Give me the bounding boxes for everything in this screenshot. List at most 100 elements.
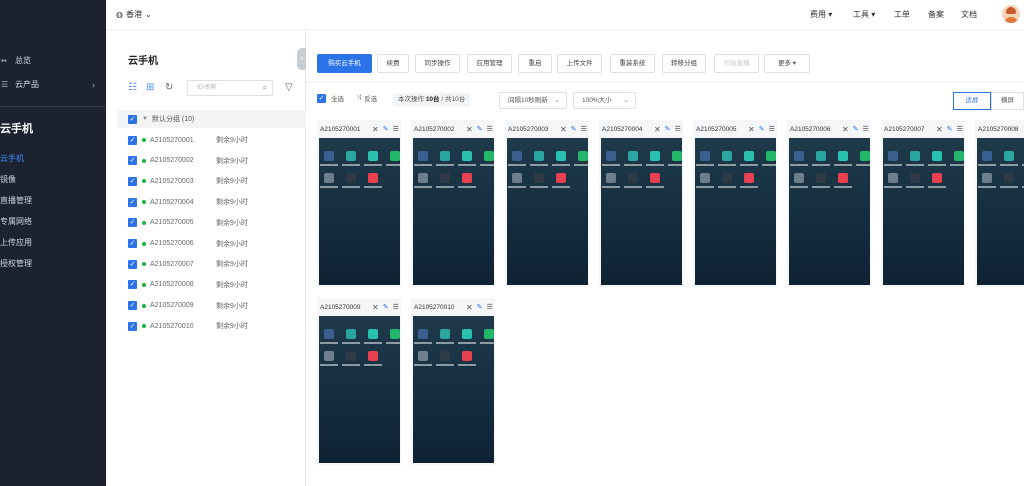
close-icon[interactable]: ✕ (936, 125, 943, 134)
filter-icon[interactable]: ▽ (285, 82, 293, 93)
app-icon[interactable] (888, 151, 898, 161)
size-select[interactable]: 100%大小 ⌄ (573, 92, 636, 109)
app-icon[interactable] (700, 151, 710, 161)
collapse-panel-handle[interactable]: « (297, 48, 306, 70)
edit-icon[interactable]: ✎ (383, 125, 389, 133)
edit-icon[interactable]: ✎ (477, 303, 483, 311)
edit-icon[interactable]: ✎ (853, 125, 859, 133)
app-icon[interactable] (368, 329, 378, 339)
device-checkbox[interactable]: ✓ (128, 259, 137, 269)
menu-icon[interactable]: ☰ (393, 125, 399, 133)
app-icon[interactable] (346, 173, 356, 183)
sidebar-item-cloud-products[interactable]: ☰ 云产品 › (0, 79, 106, 90)
app-icon[interactable] (346, 351, 356, 361)
app-icon[interactable] (390, 151, 400, 161)
phone-screen[interactable] (413, 316, 498, 463)
app-icon[interactable] (816, 173, 826, 183)
app-icon[interactable] (628, 173, 638, 183)
app-icon[interactable] (324, 351, 334, 361)
phone-screen[interactable] (413, 138, 498, 285)
app-icon[interactable] (628, 151, 638, 161)
phone-card[interactable]: A2105270007 ✕ ✎ ☰ (881, 120, 968, 287)
menu-icon[interactable]: ☰ (957, 125, 963, 133)
app-icon[interactable] (794, 151, 804, 161)
app-icon[interactable] (860, 151, 870, 161)
move-group-button[interactable]: 转移分组 (662, 54, 706, 73)
add-icon[interactable]: ⊞ (146, 82, 154, 93)
sidebar-sub-auth[interactable]: 授权管理 (0, 258, 32, 269)
app-icon[interactable] (324, 151, 334, 161)
app-icon[interactable] (462, 151, 472, 161)
app-icon[interactable] (888, 173, 898, 183)
app-icon[interactable] (368, 351, 378, 361)
app-icon[interactable] (838, 151, 848, 161)
restart-button[interactable]: 重启 (518, 54, 552, 73)
sidebar-sub-image[interactable]: 镜像 (0, 174, 16, 185)
phone-screen[interactable] (319, 138, 404, 285)
device-checkbox[interactable]: ✓ (128, 280, 137, 290)
phone-card[interactable]: A2105270006 ✕ ✎ ☰ (787, 120, 874, 287)
device-list-item[interactable]: ✓ A2105270010 剩余9小时 (128, 320, 248, 332)
app-icon[interactable] (512, 151, 522, 161)
select-all[interactable]: ✓ 全选 (317, 93, 344, 103)
app-icon[interactable] (1004, 173, 1014, 183)
app-icon[interactable] (440, 351, 450, 361)
app-icon[interactable] (484, 329, 494, 339)
phone-screen[interactable] (789, 138, 874, 285)
app-icon[interactable] (744, 151, 754, 161)
app-manage-button[interactable]: 应用管理 (467, 54, 512, 73)
search-input[interactable]: ID/名称 ⌕ (187, 80, 273, 96)
close-icon[interactable]: ✕ (466, 303, 473, 312)
upload-file-button[interactable]: 上传文件 (557, 54, 602, 73)
refresh-interval-select[interactable]: 间隔10秒刷新 ⌄ (499, 92, 567, 109)
app-icon[interactable] (932, 151, 942, 161)
app-icon[interactable] (462, 173, 472, 183)
app-icon[interactable] (910, 173, 920, 183)
sync-ops-button[interactable]: 同步操作 (415, 54, 460, 73)
start-live-button[interactable]: 开始直播 (714, 54, 759, 73)
app-icon[interactable] (578, 151, 588, 161)
menu-icon[interactable]: ☰ (487, 303, 493, 311)
view-fit-button[interactable]: 适屏 (953, 92, 991, 110)
device-checkbox[interactable]: ✓ (128, 176, 137, 186)
phone-screen[interactable] (319, 316, 404, 463)
list-view-icon[interactable]: ☷ (128, 82, 137, 93)
app-icon[interactable] (346, 329, 356, 339)
app-icon[interactable] (816, 151, 826, 161)
phone-card[interactable]: A2105270001 ✕ ✎ ☰ (317, 120, 404, 287)
device-checkbox[interactable]: ✓ (128, 156, 137, 166)
edit-icon[interactable]: ✎ (477, 125, 483, 133)
phone-screen[interactable] (601, 138, 686, 285)
device-checkbox[interactable]: ✓ (128, 218, 137, 228)
app-icon[interactable] (1004, 151, 1014, 161)
group-row[interactable]: ✓ ▼ 默认分组 (10) (117, 110, 306, 128)
app-icon[interactable] (440, 329, 450, 339)
search-icon[interactable]: ⌕ (263, 81, 267, 95)
view-landscape-button[interactable]: 横屏 (991, 92, 1024, 110)
app-icon[interactable] (440, 173, 450, 183)
nav-filing[interactable]: 备案 (928, 9, 944, 20)
phone-screen[interactable] (977, 138, 1024, 285)
nav-billing[interactable]: 费用 ▾ (810, 9, 832, 20)
device-list-item[interactable]: ✓ A2105270002 剩余9小时 (128, 155, 248, 167)
menu-icon[interactable]: ☰ (487, 125, 493, 133)
app-icon[interactable] (766, 151, 776, 161)
app-icon[interactable] (368, 173, 378, 183)
app-icon[interactable] (390, 329, 400, 339)
device-list-item[interactable]: ✓ A2105270005 剩余9小时 (128, 217, 248, 229)
device-list-item[interactable]: ✓ A2105270001 剩余9小时 (128, 134, 248, 146)
nav-ticket[interactable]: 工单 (894, 9, 910, 20)
close-icon[interactable]: ✕ (466, 125, 473, 134)
app-icon[interactable] (606, 151, 616, 161)
app-icon[interactable] (368, 151, 378, 161)
phone-screen[interactable] (507, 138, 592, 285)
device-checkbox[interactable]: ✓ (128, 301, 137, 311)
menu-icon[interactable]: ☰ (863, 125, 869, 133)
app-icon[interactable] (462, 351, 472, 361)
device-list-item[interactable]: ✓ A2105270003 剩余9小时 (128, 175, 248, 187)
app-icon[interactable] (418, 173, 428, 183)
phone-card[interactable]: A2105270003 ✕ ✎ ☰ (505, 120, 592, 287)
app-icon[interactable] (982, 151, 992, 161)
more-dropdown[interactable]: 更多 ▾ (764, 54, 810, 73)
phone-card[interactable]: A2105270008✕✎☰ (975, 120, 1024, 287)
